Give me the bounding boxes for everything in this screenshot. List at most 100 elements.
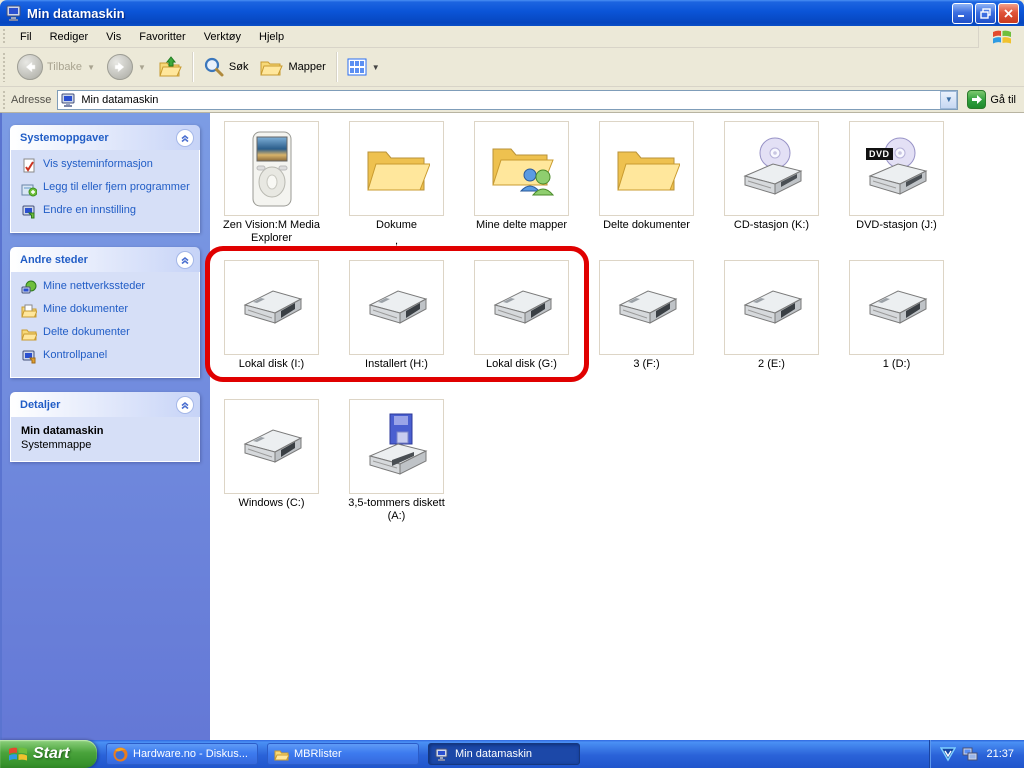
views-button[interactable]: ▼ [341, 51, 386, 83]
sidebar-item-shared-documents[interactable]: Delte dokumenter [21, 326, 193, 342]
my-documents-icon [21, 303, 37, 319]
file-item-dokume[interactable]: Dokume , [349, 121, 444, 260]
file-item-cd-drive-k[interactable]: CD-stasjon (K:) [724, 121, 819, 260]
standard-toolbar: Tilbake ▼ ▼ Søk Mapper ▼ [0, 48, 1024, 87]
sidebar-item-my-documents[interactable]: Mine dokumenter [21, 303, 193, 319]
menu-rediger[interactable]: Rediger [41, 28, 98, 46]
minimize-button[interactable] [952, 2, 973, 24]
panel-other-places: Andre steder Mine nettverkssteder Mine d… [10, 247, 200, 378]
window-title: Min datamaskin [27, 5, 125, 21]
menu-hjelp[interactable]: Hjelp [250, 28, 293, 46]
menu-fil[interactable]: Fil [11, 28, 41, 46]
taskbar: Start Hardware.no - Diskus... MBRlister … [0, 740, 1024, 768]
explorer-window: Min datamaskin Fil Rediger Vis Favoritte… [0, 0, 1024, 768]
file-item-shared-documents[interactable]: Delte dokumenter [599, 121, 694, 260]
file-item-local-disk-g[interactable]: Lokal disk (G:) [474, 260, 569, 399]
sidebar-item-change-setting[interactable]: Endre en innstilling [21, 204, 193, 220]
toolbar-grip[interactable] [2, 51, 7, 83]
address-bar: Adresse Min datamaskin ▼ Gå til [0, 87, 1024, 113]
menu-vis[interactable]: Vis [97, 28, 130, 46]
taskbar-item-mbrlister[interactable]: MBRlister [267, 743, 419, 765]
sidebar-item-control-panel[interactable]: Kontrollpanel [21, 349, 193, 365]
tray-shield-icon[interactable] [940, 746, 957, 762]
close-button[interactable] [998, 2, 1019, 24]
toolbar-separator [335, 52, 337, 82]
collapse-chevron-icon[interactable] [176, 250, 194, 269]
folder-icon [364, 142, 430, 196]
file-item-installert-h[interactable]: Installert (H:) [349, 260, 444, 399]
back-button[interactable]: Tilbake ▼ [11, 51, 101, 83]
collapse-chevron-icon[interactable] [176, 395, 194, 414]
my-computer-icon [435, 747, 450, 762]
collapse-chevron-icon[interactable] [176, 128, 194, 147]
panel-title: Detaljer [20, 398, 61, 411]
views-icon [347, 57, 367, 77]
hdd-icon [237, 420, 307, 474]
taskbar-item-hardware-no[interactable]: Hardware.no - Diskus... [106, 743, 258, 765]
back-label: Tilbake [47, 61, 83, 73]
start-label: Start [33, 745, 70, 762]
file-item-local-disk-i[interactable]: Lokal disk (I:) [224, 260, 319, 399]
forward-button[interactable]: ▼ [101, 51, 152, 83]
go-arrow-icon [967, 90, 987, 109]
hdd-icon [487, 281, 557, 335]
control-panel-icon [21, 349, 37, 365]
panel-system-tasks-header[interactable]: Systemoppgaver [10, 125, 200, 150]
change-setting-icon [21, 204, 37, 220]
panel-details: Detaljer Min datamaskin Systemmappe [10, 392, 200, 462]
file-item-disk-f[interactable]: 3 (F:) [599, 260, 694, 399]
taskbar-item-min-datamaskin[interactable]: Min datamaskin [428, 743, 580, 765]
panel-title: Andre steder [20, 253, 88, 266]
system-tray: 21:37 [929, 740, 1024, 768]
tray-network-icon[interactable] [962, 746, 978, 762]
cd-drive-icon [737, 136, 807, 202]
hdd-icon [237, 281, 307, 335]
search-button[interactable]: Søk [197, 51, 255, 83]
up-button[interactable] [152, 51, 188, 83]
file-item-disk-e[interactable]: 2 (E:) [724, 260, 819, 399]
go-label: Gå til [990, 93, 1016, 106]
folder-icon [614, 142, 680, 196]
folders-icon [260, 56, 284, 78]
details-item-name: Min datamaskin [21, 425, 104, 437]
media-player-icon [245, 130, 299, 208]
firefox-icon [113, 747, 128, 762]
start-button[interactable]: Start [0, 740, 97, 768]
file-list-area[interactable]: Zen Vision:M Media Explorer Dokume , Min… [205, 113, 1024, 740]
file-item-dvd-drive-j[interactable]: DVD DVD-stasjon (J:) [849, 121, 944, 260]
system-info-icon [21, 158, 37, 174]
menu-bar: Fil Rediger Vis Favoritter Verktøy Hjelp [0, 26, 1024, 48]
address-dropdown-icon[interactable]: ▼ [940, 90, 958, 109]
restore-button[interactable] [975, 2, 996, 24]
file-item-floppy-a[interactable]: 3,5-tommers diskett (A:) [348, 399, 445, 538]
address-input[interactable]: Min datamaskin ▼ [57, 89, 959, 110]
hdd-icon [612, 281, 682, 335]
toolbar-grip[interactable] [2, 89, 7, 110]
floppy-drive-icon [362, 412, 432, 482]
folders-button[interactable]: Mapper [254, 51, 331, 83]
add-remove-programs-icon [21, 181, 37, 197]
toolbar-separator [191, 52, 193, 82]
sidebar-item-add-remove-programs[interactable]: Legg til eller fjern programmer [21, 181, 193, 197]
panel-details-header[interactable]: Detaljer [10, 392, 200, 417]
dvd-drive-icon [862, 136, 932, 202]
hdd-icon [362, 281, 432, 335]
windows-logo-icon [8, 745, 28, 763]
file-item-disk-d[interactable]: 1 (D:) [849, 260, 944, 399]
sidebar-item-system-info[interactable]: Vis systeminformasjon [21, 158, 193, 174]
go-button[interactable]: Gå til [963, 89, 1020, 110]
up-folder-icon [158, 55, 182, 79]
title-bar: Min datamaskin [0, 0, 1024, 26]
toolbar-grip[interactable] [2, 28, 7, 45]
network-places-icon [21, 280, 37, 296]
address-value: Min datamaskin [81, 93, 159, 106]
icon-grid: Zen Vision:M Media Explorer Dokume , Min… [210, 113, 1024, 538]
taskbar-clock: 21:37 [986, 748, 1014, 760]
sidebar-item-network-places[interactable]: Mine nettverkssteder [21, 280, 193, 296]
file-item-zen-vision[interactable]: Zen Vision:M Media Explorer [223, 121, 320, 260]
panel-other-places-header[interactable]: Andre steder [10, 247, 200, 272]
menu-favoritter[interactable]: Favoritter [130, 28, 194, 46]
file-item-windows-c[interactable]: Windows (C:) [224, 399, 319, 538]
file-item-shared-folders[interactable]: Mine delte mapper [474, 121, 569, 260]
menu-verktoy[interactable]: Verktøy [195, 28, 250, 46]
